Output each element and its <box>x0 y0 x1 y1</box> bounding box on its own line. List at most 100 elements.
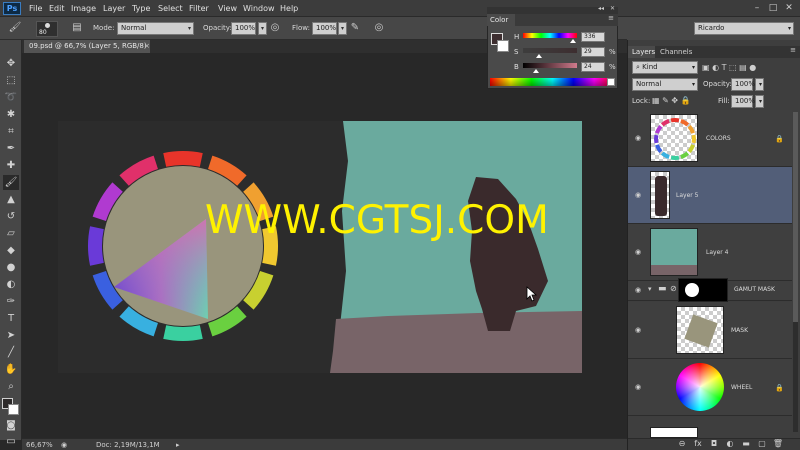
panel-menu-icon[interactable]: ≡ <box>608 14 614 22</box>
screen-mode-icon[interactable]: ▭ <box>3 434 19 449</box>
menu-file[interactable]: File <box>29 2 42 15</box>
eye-icon[interactable]: ◉ <box>633 247 643 257</box>
airbrush-icon[interactable]: ✎ <box>348 21 362 35</box>
panel-bg-swatch[interactable] <box>497 40 509 52</box>
menu-filter[interactable]: Filter <box>189 2 209 15</box>
menu-view[interactable]: View <box>218 2 237 15</box>
eye-icon[interactable]: ◉ <box>633 133 643 143</box>
menu-layer[interactable]: Layer <box>103 2 125 15</box>
layer-row-gamut-mask[interactable]: ◉ ▾ ▬ ⊘ GAMUT MASK <box>628 278 792 302</box>
saturation-slider[interactable] <box>523 48 577 53</box>
minimize-button[interactable]: – <box>750 1 764 15</box>
pen-tool-icon[interactable]: ✑ <box>3 294 19 309</box>
blur-tool-icon[interactable]: ● <box>3 260 19 275</box>
brush-tool-icon[interactable]: 🖌 <box>8 21 22 35</box>
flow-input[interactable]: 100% <box>312 22 337 35</box>
white-swatch[interactable] <box>607 78 615 86</box>
fill-dropdown[interactable]: ▾ <box>755 95 764 108</box>
eye-icon[interactable]: ◉ <box>633 285 643 295</box>
new-group-icon[interactable]: ▬ <box>740 438 752 450</box>
saturation-value[interactable]: 29 <box>581 47 605 57</box>
move-tool-icon[interactable]: ✥ <box>3 56 19 71</box>
close-window-button[interactable]: ✕ <box>782 1 796 15</box>
status-menu-arrow-icon[interactable]: ▸ <box>176 440 180 450</box>
new-layer-icon[interactable]: ▢ <box>756 438 768 450</box>
lock-icons[interactable]: ▦ ✎ ✥ 🔒 <box>652 95 707 107</box>
path-select-icon[interactable]: ➤ <box>3 328 19 343</box>
lasso-tool-icon[interactable]: ➰ <box>3 90 19 105</box>
dodge-tool-icon[interactable]: ◐ <box>3 277 19 292</box>
healing-tool-icon[interactable]: ✚ <box>3 158 19 173</box>
saturation-slider-thumb[interactable] <box>535 54 542 58</box>
menu-edit[interactable]: Edit <box>49 2 65 15</box>
fill-input[interactable]: 100% <box>731 95 755 108</box>
menu-window[interactable]: Window <box>243 2 275 15</box>
menu-select[interactable]: Select <box>158 2 183 15</box>
layer-opacity-input[interactable]: 100% <box>731 78 755 91</box>
zoom-tool-icon[interactable]: ⌕ <box>3 379 19 394</box>
quick-select-tool-icon[interactable]: ✱ <box>3 107 19 122</box>
fx-icon[interactable]: fx <box>692 438 704 450</box>
brightness-slider-thumb[interactable] <box>532 69 539 73</box>
hand-tool-icon[interactable]: ✋ <box>3 362 19 377</box>
opacity-input[interactable]: 100% <box>231 22 256 35</box>
collapse-panel-icon[interactable]: ◂◂ <box>598 5 604 12</box>
type-tool-icon[interactable]: T <box>3 311 19 326</box>
eraser-tool-icon[interactable]: ▱ <box>3 226 19 241</box>
mode-select[interactable]: Normal ▾ <box>117 22 194 35</box>
pressure-size-icon[interactable]: ◎ <box>372 21 386 35</box>
brush-tool-icon[interactable]: 🖌 <box>3 175 19 190</box>
stamp-tool-icon[interactable]: ▲ <box>3 192 19 207</box>
hue-slider-thumb[interactable] <box>570 39 577 43</box>
group-expand-icon[interactable]: ▾ <box>648 285 652 293</box>
marquee-tool-icon[interactable]: ⬚ <box>3 73 19 88</box>
eye-icon[interactable]: ◉ <box>633 190 643 200</box>
add-mask-icon[interactable]: ◘ <box>708 438 720 450</box>
brightness-value[interactable]: 24 <box>581 62 605 72</box>
hue-slider[interactable] <box>523 33 577 38</box>
paint-bucket-icon[interactable]: ◆ <box>3 243 19 258</box>
document-canvas[interactable] <box>58 121 582 373</box>
layer-row-layer5[interactable]: ◉ Layer 5 <box>628 167 792 224</box>
delete-layer-icon[interactable]: 🗑 <box>772 438 784 450</box>
layer-filter-select[interactable]: ⌕ Kind ▾ <box>632 61 698 74</box>
workspace-select[interactable]: Ricardo ▾ <box>694 22 794 35</box>
crop-tool-icon[interactable]: ⌗ <box>3 124 19 139</box>
background-layer-thumb[interactable] <box>650 427 698 438</box>
layer-row-wheel[interactable]: ◉ WHEEL 🔒 <box>628 359 792 416</box>
brush-preset-picker[interactable]: 80 <box>36 21 58 37</box>
eyedropper-tool-icon[interactable]: ✒ <box>3 141 19 156</box>
pressure-opacity-icon[interactable]: ◎ <box>268 21 282 35</box>
close-tab-icon[interactable]: × <box>144 40 152 53</box>
color-tab[interactable]: Color <box>487 14 515 26</box>
document-tab[interactable]: 09.psd @ 66,7% (Layer 5, RGB/8) * <box>24 40 150 63</box>
history-brush-icon[interactable]: ↺ <box>3 209 19 224</box>
tab-channels[interactable]: Channels <box>656 46 692 58</box>
layer-row-layer4[interactable]: ◉ Layer 4 <box>628 224 792 281</box>
quick-mask-icon[interactable]: ◙ <box>3 418 19 433</box>
panel-menu-icon[interactable]: ≡ <box>790 46 796 54</box>
zoom-level[interactable]: 66,67% <box>26 440 53 450</box>
blend-mode-select[interactable]: Normal ▾ <box>632 78 698 91</box>
menu-image[interactable]: Image <box>71 2 96 15</box>
adjustment-layer-icon[interactable]: ◐ <box>724 438 736 450</box>
tab-layers[interactable]: Layers <box>628 46 655 58</box>
menu-help[interactable]: Help <box>280 2 298 15</box>
layer-row-mask[interactable]: ◉ MASK <box>628 302 792 359</box>
link-layers-icon[interactable]: ⊖ <box>676 438 688 450</box>
brightness-slider[interactable] <box>523 63 577 68</box>
line-tool-icon[interactable]: ╱ <box>3 345 19 360</box>
layers-scrollbar-thumb[interactable] <box>793 112 798 322</box>
eye-icon[interactable]: ◉ <box>633 382 643 392</box>
status-info-icon[interactable]: ◉ <box>59 440 69 450</box>
background-color-swatch[interactable] <box>8 404 19 415</box>
eye-icon[interactable]: ◉ <box>633 325 643 335</box>
flow-dropdown[interactable]: ▾ <box>338 22 347 35</box>
opacity-dropdown[interactable]: ▾ <box>258 22 267 35</box>
maximize-button[interactable]: □ <box>766 1 780 15</box>
layer-opacity-dropdown[interactable]: ▾ <box>755 78 764 91</box>
menu-type[interactable]: Type <box>132 2 150 15</box>
filter-type-icons[interactable]: ▣ ◐ T ⬚ ▤ ● <box>702 61 792 74</box>
close-panel-icon[interactable]: ✕ <box>610 5 615 12</box>
layer-row-colors[interactable]: ◉ COLORS 🔒 <box>628 110 792 167</box>
